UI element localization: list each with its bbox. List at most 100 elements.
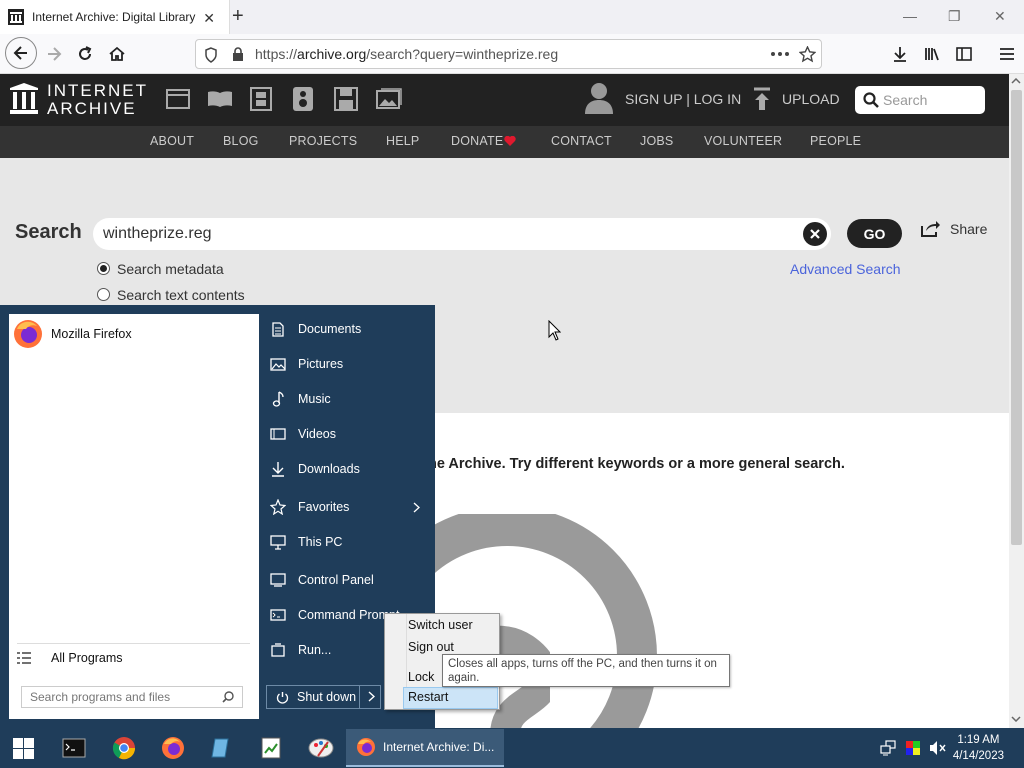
share-button[interactable]: Share — [920, 220, 987, 237]
download-icon — [270, 461, 286, 477]
display-color-icon[interactable] — [905, 740, 921, 756]
all-programs-button[interactable]: All Programs — [17, 651, 123, 665]
library-button[interactable] — [919, 41, 945, 67]
heart-icon — [504, 136, 516, 147]
back-button[interactable] — [5, 37, 37, 69]
browser-tab-strip: Internet Archive: Digital Library ✕ + — … — [0, 0, 1024, 34]
start-item-this-pc[interactable]: This PC — [270, 527, 430, 557]
taskbar-firefox-window[interactable]: Internet Archive: Di... — [346, 729, 504, 767]
audio-speaker-icon[interactable] — [293, 87, 313, 111]
new-tab-button[interactable]: + — [232, 6, 252, 26]
nav-blog[interactable]: BLOG — [223, 134, 259, 148]
start-item-favorites[interactable]: Favorites — [270, 492, 430, 522]
upload-icon[interactable] — [752, 87, 772, 111]
picture-icon — [270, 356, 286, 372]
close-icon — [810, 229, 820, 239]
lock-icon[interactable] — [232, 47, 244, 62]
nav-about[interactable]: ABOUT — [150, 134, 194, 148]
spreadsheet-icon[interactable] — [259, 736, 283, 760]
menu-sign-out[interactable]: Sign out — [408, 640, 454, 654]
control-panel-icon — [270, 572, 286, 588]
network-icon[interactable] — [880, 740, 896, 756]
start-item-videos[interactable]: Videos — [270, 419, 430, 449]
start-search-input[interactable]: Search programs and files — [21, 686, 243, 708]
nav-projects[interactable]: PROJECTS — [289, 134, 357, 148]
paint-icon[interactable] — [308, 736, 334, 760]
start-item-control-panel[interactable]: Control Panel — [270, 565, 430, 595]
taskbar: Internet Archive: Di... 1:19 AM 4/14/202… — [0, 728, 1024, 768]
clear-search-button[interactable] — [803, 222, 827, 246]
nav-contact[interactable]: CONTACT — [551, 134, 612, 148]
reload-button[interactable] — [72, 41, 98, 67]
notepad-icon[interactable] — [210, 736, 234, 760]
start-item-music[interactable]: Music — [270, 384, 430, 414]
user-avatar-icon[interactable] — [585, 82, 613, 114]
web-media-icon[interactable] — [166, 88, 190, 110]
document-icon — [270, 321, 286, 337]
run-icon — [270, 642, 286, 658]
nav-help[interactable]: HELP — [386, 134, 419, 148]
terminal-icon[interactable] — [62, 736, 86, 760]
software-floppy-icon[interactable] — [334, 87, 358, 111]
chrome-icon[interactable] — [112, 736, 136, 760]
list-icon — [17, 652, 31, 664]
tab-close-icon[interactable]: ✕ — [203, 10, 215, 27]
minimize-button[interactable]: — — [903, 8, 917, 24]
volume-muted-icon[interactable] — [929, 740, 946, 756]
upload-link[interactable]: UPLOAD — [782, 91, 840, 107]
menu-lock[interactable]: Lock — [408, 670, 434, 684]
scroll-up-icon[interactable] — [1011, 78, 1021, 84]
program-firefox[interactable]: Mozilla Firefox — [13, 318, 255, 350]
nav-people[interactable]: PEOPLE — [810, 134, 861, 148]
address-bar[interactable]: https://archive.org/search?query=winthep… — [195, 39, 822, 69]
search-query-input[interactable]: wintheprize.reg — [93, 218, 831, 250]
archive-logo-icon[interactable] — [10, 83, 38, 115]
nav-volunteer[interactable]: VOLUNTEER — [704, 134, 782, 148]
firefox-icon[interactable] — [161, 736, 185, 760]
logo-text[interactable]: INTERNET ARCHIVE — [47, 82, 148, 118]
home-button[interactable] — [104, 41, 130, 67]
sidebar-button[interactable] — [951, 41, 977, 67]
library-icon — [925, 48, 939, 61]
shield-icon[interactable] — [204, 47, 218, 63]
advanced-search-link[interactable]: Advanced Search — [790, 261, 901, 277]
start-item-documents[interactable]: Documents — [270, 314, 430, 344]
url-text[interactable]: https://archive.org/search?query=winthep… — [255, 46, 558, 62]
downloads-button[interactable] — [887, 41, 913, 67]
go-button[interactable]: GO — [847, 219, 902, 248]
shutdown-button[interactable]: Shut down — [266, 685, 381, 709]
radio-search-metadata[interactable] — [97, 262, 110, 275]
command-prompt-icon — [270, 607, 286, 623]
nav-donate[interactable]: DONATE — [451, 134, 503, 148]
chevron-right-icon — [368, 691, 375, 702]
header-search-input[interactable]: Search — [855, 86, 985, 114]
scrollbar-thumb[interactable] — [1011, 90, 1022, 545]
browser-tab[interactable]: Internet Archive: Digital Library ✕ — [0, 0, 230, 34]
radio-search-text[interactable] — [97, 288, 110, 301]
nav-jobs[interactable]: JOBS — [640, 134, 673, 148]
video-icon — [270, 426, 286, 442]
radio-label-text: Search text contents — [117, 287, 245, 303]
menu-restart[interactable]: Restart — [403, 687, 498, 709]
texts-book-icon[interactable] — [207, 90, 233, 108]
restore-button[interactable]: ❐ — [948, 8, 961, 25]
video-film-icon[interactable] — [250, 87, 272, 111]
menu-button[interactable] — [994, 41, 1020, 67]
start-item-pictures[interactable]: Pictures — [270, 349, 430, 379]
archive-favicon-icon — [8, 9, 24, 25]
star-icon — [270, 499, 286, 515]
images-icon[interactable] — [376, 88, 402, 110]
close-window-button[interactable]: ✕ — [994, 8, 1006, 25]
share-icon — [921, 221, 940, 237]
forward-button[interactable] — [41, 41, 67, 67]
bookmark-star-icon[interactable] — [799, 46, 816, 63]
signup-login-link[interactable]: SIGN UP | LOG IN — [625, 91, 741, 107]
menu-switch-user[interactable]: Switch user — [408, 618, 473, 632]
browser-toolbar: https://archive.org/search?query=winthep… — [0, 34, 1024, 74]
start-item-downloads[interactable]: Downloads — [270, 454, 430, 484]
system-clock[interactable]: 1:19 AM 4/14/2023 — [953, 732, 1004, 764]
windows-start-icon[interactable] — [13, 738, 34, 759]
download-icon — [894, 47, 906, 62]
scroll-down-icon[interactable] — [1011, 716, 1021, 722]
page-actions-icon[interactable] — [771, 52, 789, 56]
